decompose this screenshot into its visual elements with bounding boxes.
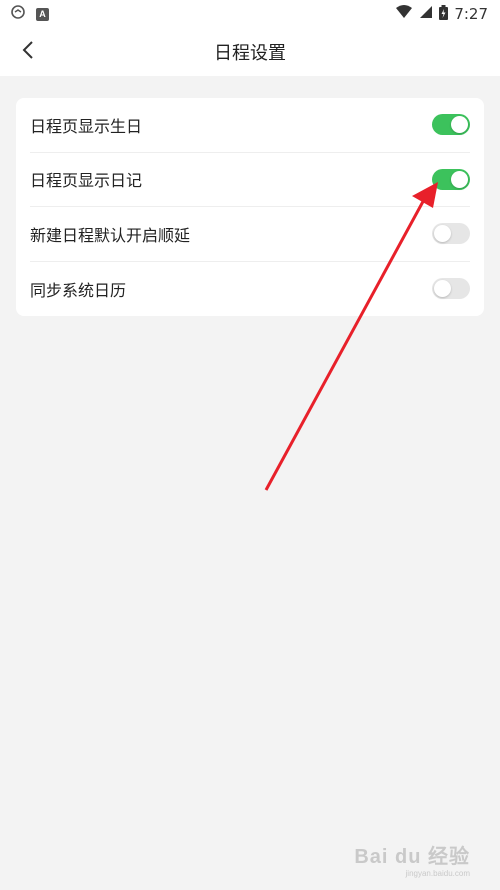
header: 日程设置	[0, 28, 500, 76]
status-left: A	[10, 4, 49, 24]
toggle-knob	[434, 225, 451, 243]
wifi-icon	[395, 5, 413, 23]
setting-label: 日程页显示生日	[30, 116, 143, 136]
notification-a-icon: A	[36, 7, 49, 21]
setting-label: 同步系统日历	[30, 280, 127, 300]
watermark-url: jingyan.baidu.com	[405, 869, 470, 878]
setting-row-default-postpone: 新建日程默认开启顺延	[30, 207, 470, 262]
app-icon	[10, 4, 26, 24]
chevron-left-icon	[21, 40, 35, 64]
status-bar: A 7:27	[0, 0, 500, 28]
signal-icon	[419, 5, 433, 23]
watermark-logo: Bai du 经验	[354, 846, 470, 868]
settings-card: 日程页显示生日 日程页显示日记 新建日程默认开启顺延 同步系统日历	[16, 98, 484, 316]
back-button[interactable]	[12, 36, 44, 68]
toggle-switch[interactable]	[432, 278, 470, 300]
toggle-knob	[451, 116, 468, 134]
status-right: 7:27	[395, 4, 488, 24]
watermark: Bai du 经验 jingyan.baidu.com	[354, 840, 470, 878]
setting-row-show-birthday: 日程页显示生日	[30, 98, 470, 153]
status-time: 7:27	[454, 5, 488, 23]
toggle-knob	[451, 170, 468, 188]
page-title: 日程设置	[214, 43, 286, 64]
battery-icon	[439, 4, 449, 24]
toggle-switch[interactable]	[432, 168, 470, 190]
toggle-knob	[434, 280, 451, 298]
toggle-switch[interactable]	[432, 223, 470, 245]
setting-label: 日程页显示日记	[30, 171, 143, 191]
setting-row-show-diary: 日程页显示日记	[30, 153, 470, 207]
toggle-switch[interactable]	[432, 114, 470, 136]
setting-row-sync-calendar: 同步系统日历	[30, 262, 470, 317]
setting-label: 新建日程默认开启顺延	[30, 225, 191, 245]
